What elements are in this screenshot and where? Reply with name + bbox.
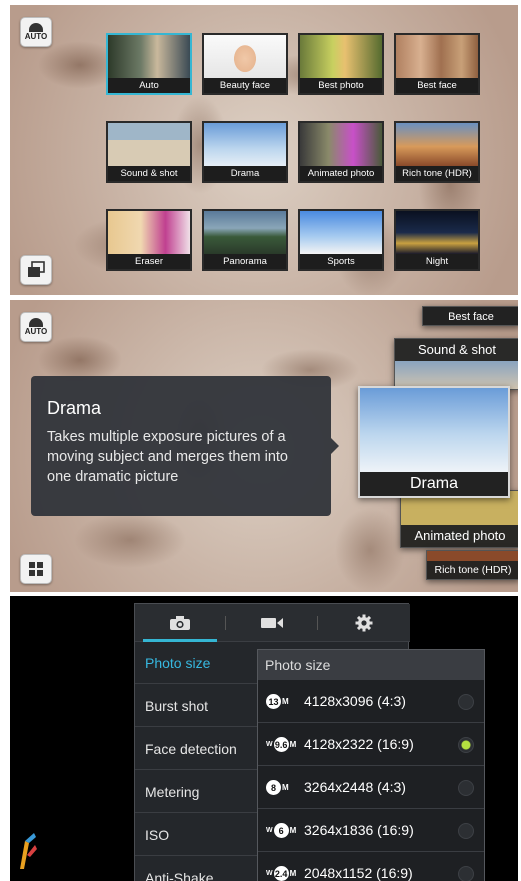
menu-anti-shake[interactable]: Anti-Shake <box>135 857 259 881</box>
settings-screen: Photo size Burst shot Face detection Met… <box>10 596 518 881</box>
mode-sports-thumbnail <box>300 211 382 254</box>
photo-size-option[interactable]: 13 M 4128x3096 (4:3) <box>258 680 484 723</box>
camera-icon <box>170 616 190 630</box>
mode-eraser[interactable]: Eraser <box>106 209 192 271</box>
tab-video[interactable] <box>227 604 317 642</box>
stack-icon <box>28 261 45 277</box>
mode-rich-tone-hdr[interactable]: Rich tone (HDR) <box>394 121 480 183</box>
tab-divider <box>317 616 318 630</box>
mode-drama[interactable]: Drama <box>202 121 288 183</box>
mode-animated-photo[interactable]: Animated photo <box>298 121 384 183</box>
mode-carousel-screen: AUTO Best face Sound & shot Animated pho… <box>10 300 518 592</box>
camera-icon <box>29 318 43 327</box>
menu-photo-size[interactable]: Photo size <box>135 642 259 684</box>
radio-button[interactable] <box>458 694 474 710</box>
carousel-card-drama[interactable]: Drama <box>358 386 510 498</box>
radio-button[interactable] <box>458 866 474 881</box>
tooltip-title: Drama <box>47 398 102 418</box>
tooltip-description: Takes multiple exposure pictures of a mo… <box>47 429 288 485</box>
grid-view-button[interactable] <box>20 554 52 584</box>
radio-button-selected[interactable] <box>458 737 474 753</box>
mode-night[interactable]: Night <box>394 209 480 271</box>
tab-settings[interactable] <box>319 604 409 642</box>
carousel-card-rich-tone[interactable]: Rich tone (HDR) <box>426 550 518 580</box>
mode-best-face-thumbnail <box>396 35 478 78</box>
mode-animated-photo-thumbnail <box>300 123 382 166</box>
app-logo-icon <box>20 833 37 869</box>
carousel-card-animated-photo[interactable]: Animated photo <box>400 490 518 548</box>
megapixel-badge: 13 M <box>266 694 289 709</box>
megapixel-badge: 8 M <box>266 780 289 795</box>
mode-sports[interactable]: Sports <box>298 209 384 271</box>
carousel-card-best-face[interactable]: Best face <box>422 306 518 326</box>
settings-tabs <box>135 604 410 642</box>
sound-and-shot-thumbnail <box>395 361 518 389</box>
mode-night-thumbnail <box>396 211 478 254</box>
auto-mode-button[interactable]: AUTO <box>20 17 52 47</box>
carousel-card-sound-and-shot[interactable]: Sound & shot <box>394 338 518 390</box>
gear-icon <box>355 614 373 632</box>
radio-button[interactable] <box>458 823 474 839</box>
mode-beauty-face-thumbnail <box>204 35 286 78</box>
camera-icon <box>29 23 43 32</box>
megapixel-badge: W 9.6 M <box>266 737 296 752</box>
radio-button[interactable] <box>458 780 474 796</box>
mode-beauty-face[interactable]: Beauty face <box>202 33 288 95</box>
photo-size-option[interactable]: 8 M 3264x2448 (4:3) <box>258 766 484 809</box>
menu-metering[interactable]: Metering <box>135 771 259 813</box>
megapixel-badge: W 2.4 M <box>266 866 296 881</box>
photo-size-option[interactable]: W 9.6 M 4128x2322 (16:9) <box>258 723 484 766</box>
submenu-title: Photo size <box>258 650 484 680</box>
video-icon <box>261 618 283 628</box>
mode-eraser-thumbnail <box>108 211 190 254</box>
drama-thumbnail <box>360 388 508 472</box>
megapixel-badge: W 6 M <box>266 823 296 838</box>
mode-sound-and-shot[interactable]: Sound & shot <box>106 121 192 183</box>
photo-size-option[interactable]: W 2.4 M 2048x1152 (16:9) <box>258 852 484 881</box>
mode-panorama[interactable]: Panorama <box>202 209 288 271</box>
tab-divider <box>225 616 226 630</box>
photo-size-submenu: Photo size 13 M 4128x3096 (4:3) W 9.6 M … <box>257 649 485 881</box>
mode-best-face[interactable]: Best face <box>394 33 480 95</box>
mode-switch-button[interactable] <box>20 255 52 285</box>
mode-sound-and-shot-thumbnail <box>108 123 190 166</box>
mode-auto-thumbnail <box>108 35 190 78</box>
auto-mode-button[interactable]: AUTO <box>20 312 52 342</box>
mode-description-tooltip: Drama Takes multiple exposure pictures o… <box>31 376 339 516</box>
tooltip-arrow <box>331 438 339 454</box>
tab-camera[interactable] <box>135 604 225 642</box>
menu-burst-shot[interactable]: Burst shot <box>135 685 259 727</box>
menu-iso[interactable]: ISO <box>135 814 259 856</box>
mode-auto[interactable]: Auto <box>106 33 192 95</box>
mode-best-photo-thumbnail <box>300 35 382 78</box>
mode-selection-screen: AUTO Auto Beauty face Best photo Best fa… <box>10 5 518 295</box>
mode-panorama-thumbnail <box>204 211 286 254</box>
mode-rich-tone-hdr-thumbnail <box>396 123 478 166</box>
photo-size-option[interactable]: W 6 M 3264x1836 (16:9) <box>258 809 484 852</box>
mode-drama-thumbnail <box>204 123 286 166</box>
menu-face-detection[interactable]: Face detection <box>135 728 259 770</box>
mode-best-photo[interactable]: Best photo <box>298 33 384 95</box>
grid-icon <box>29 562 43 576</box>
